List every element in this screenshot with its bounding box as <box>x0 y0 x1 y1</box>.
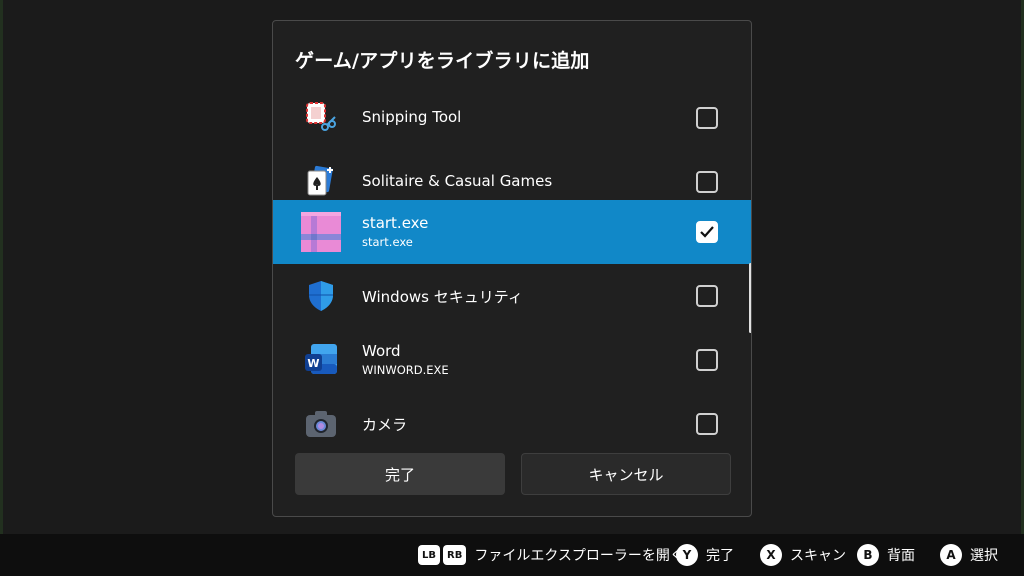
open-explorer-hint[interactable]: LB RB ファイルエクスプローラーを開く <box>418 534 684 576</box>
list-item[interactable]: W Word WINWORD.EXE <box>273 328 751 392</box>
snipping-tool-icon <box>303 100 339 136</box>
app-list[interactable]: Snipping Tool Solitaire & Casual Games s… <box>273 91 751 459</box>
list-item[interactable]: Snipping Tool <box>273 91 751 150</box>
checkmark-icon <box>700 226 714 238</box>
a-select-label: 選択 <box>970 548 998 564</box>
checkbox[interactable] <box>696 171 718 193</box>
windows-security-shield-icon <box>303 278 339 314</box>
lb-button-icon: LB <box>418 545 440 565</box>
app-name: Windows セキュリティ <box>362 288 523 306</box>
app-name: Solitaire & Casual Games <box>362 172 553 190</box>
list-item-selected[interactable]: start.exe start.exe <box>273 200 751 264</box>
b-back-hint[interactable]: B 背面 <box>857 534 915 576</box>
app-name: start.exe <box>362 214 429 232</box>
b-back-label: 背面 <box>887 548 915 564</box>
svg-text:W: W <box>307 357 319 370</box>
app-name: Snipping Tool <box>362 108 462 126</box>
add-to-library-dialog: ゲーム/アプリをライブラリに追加 Snipping Tool Solitaire… <box>272 20 752 517</box>
rb-button-icon: RB <box>443 545 467 565</box>
dialog-title: ゲーム/アプリをライブラリに追加 <box>295 50 590 72</box>
app-subtitle: start.exe <box>362 235 413 249</box>
background-edge-left <box>0 0 3 534</box>
checkbox[interactable] <box>696 349 718 371</box>
app-name: カメラ <box>362 416 408 434</box>
open-explorer-label: ファイルエクスプローラーを開く <box>474 548 684 564</box>
word-icon: W <box>303 342 339 378</box>
b-button-icon: B <box>857 544 879 566</box>
start-exe-icon <box>301 212 341 252</box>
app-name: Word <box>362 342 401 360</box>
y-button-icon: Y <box>676 544 698 566</box>
checkbox-checked[interactable] <box>696 221 718 243</box>
a-select-hint[interactable]: A 選択 <box>940 534 998 576</box>
y-done-hint[interactable]: Y 完了 <box>676 534 734 576</box>
list-item[interactable]: カメラ <box>273 392 751 456</box>
app-subtitle: WINWORD.EXE <box>362 363 449 377</box>
x-scan-hint[interactable]: X スキャン <box>760 534 846 576</box>
checkbox[interactable] <box>696 413 718 435</box>
solitaire-icon <box>303 164 339 200</box>
a-button-icon: A <box>940 544 962 566</box>
x-scan-label: スキャン <box>790 548 846 564</box>
list-item[interactable]: Windows セキュリティ <box>273 264 751 328</box>
done-button[interactable]: 完了 <box>295 453 505 495</box>
controller-hint-bar: LB RB ファイルエクスプローラーを開く Y 完了 X スキャン B 背面 A… <box>0 534 1024 576</box>
checkbox[interactable] <box>696 285 718 307</box>
checkbox[interactable] <box>696 107 718 129</box>
cancel-button[interactable]: キャンセル <box>521 453 731 495</box>
y-done-label: 完了 <box>706 548 734 564</box>
scrollbar[interactable] <box>749 263 751 333</box>
x-button-icon: X <box>760 544 782 566</box>
camera-icon <box>303 406 339 442</box>
